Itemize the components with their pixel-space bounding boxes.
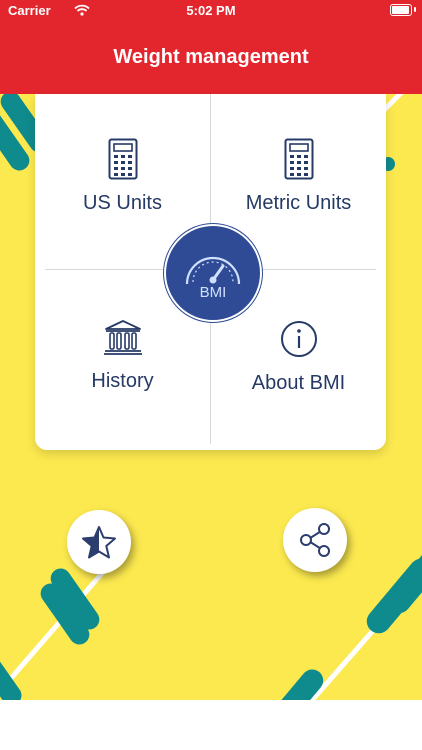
favorite-button[interactable] — [67, 510, 131, 574]
status-time: 5:02 PM — [186, 3, 236, 18]
status-bar: Carrier 5:02 PM — [0, 0, 422, 20]
bmi-badge-label: BMI — [199, 283, 227, 301]
metric-units-label: Metric Units — [245, 192, 352, 214]
share-icon — [300, 523, 330, 557]
star-icon — [82, 526, 116, 559]
about-bmi-label: About BMI — [251, 372, 346, 394]
museum-icon — [103, 320, 142, 355]
us-units-label: US Units — [83, 192, 162, 214]
info-icon — [280, 321, 317, 357]
calculator-icon — [108, 138, 137, 180]
share-button[interactable] — [283, 508, 347, 572]
app-header: Weight management — [0, 20, 422, 94]
history-label: History — [91, 370, 154, 392]
bottom-bar — [0, 700, 422, 750]
bmi-badge: BMI — [164, 224, 262, 322]
page-title: Weight management — [113, 45, 309, 68]
menu-card: US Units Metric Units History About BMI … — [35, 94, 386, 450]
calculator-icon — [284, 138, 313, 180]
battery-icon — [390, 4, 412, 16]
